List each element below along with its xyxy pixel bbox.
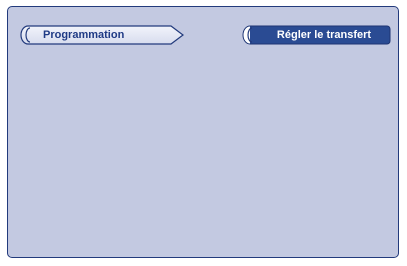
regler-le-transfert-button[interactable]: Régler le transfert <box>242 25 391 45</box>
programmation-button-label: Programmation <box>43 29 125 41</box>
programmation-button[interactable]: Programmation <box>20 25 185 45</box>
regler-le-transfert-button-label: Régler le transfert <box>276 29 372 41</box>
screen-area: Programmation Régler le transfert <box>7 6 399 258</box>
